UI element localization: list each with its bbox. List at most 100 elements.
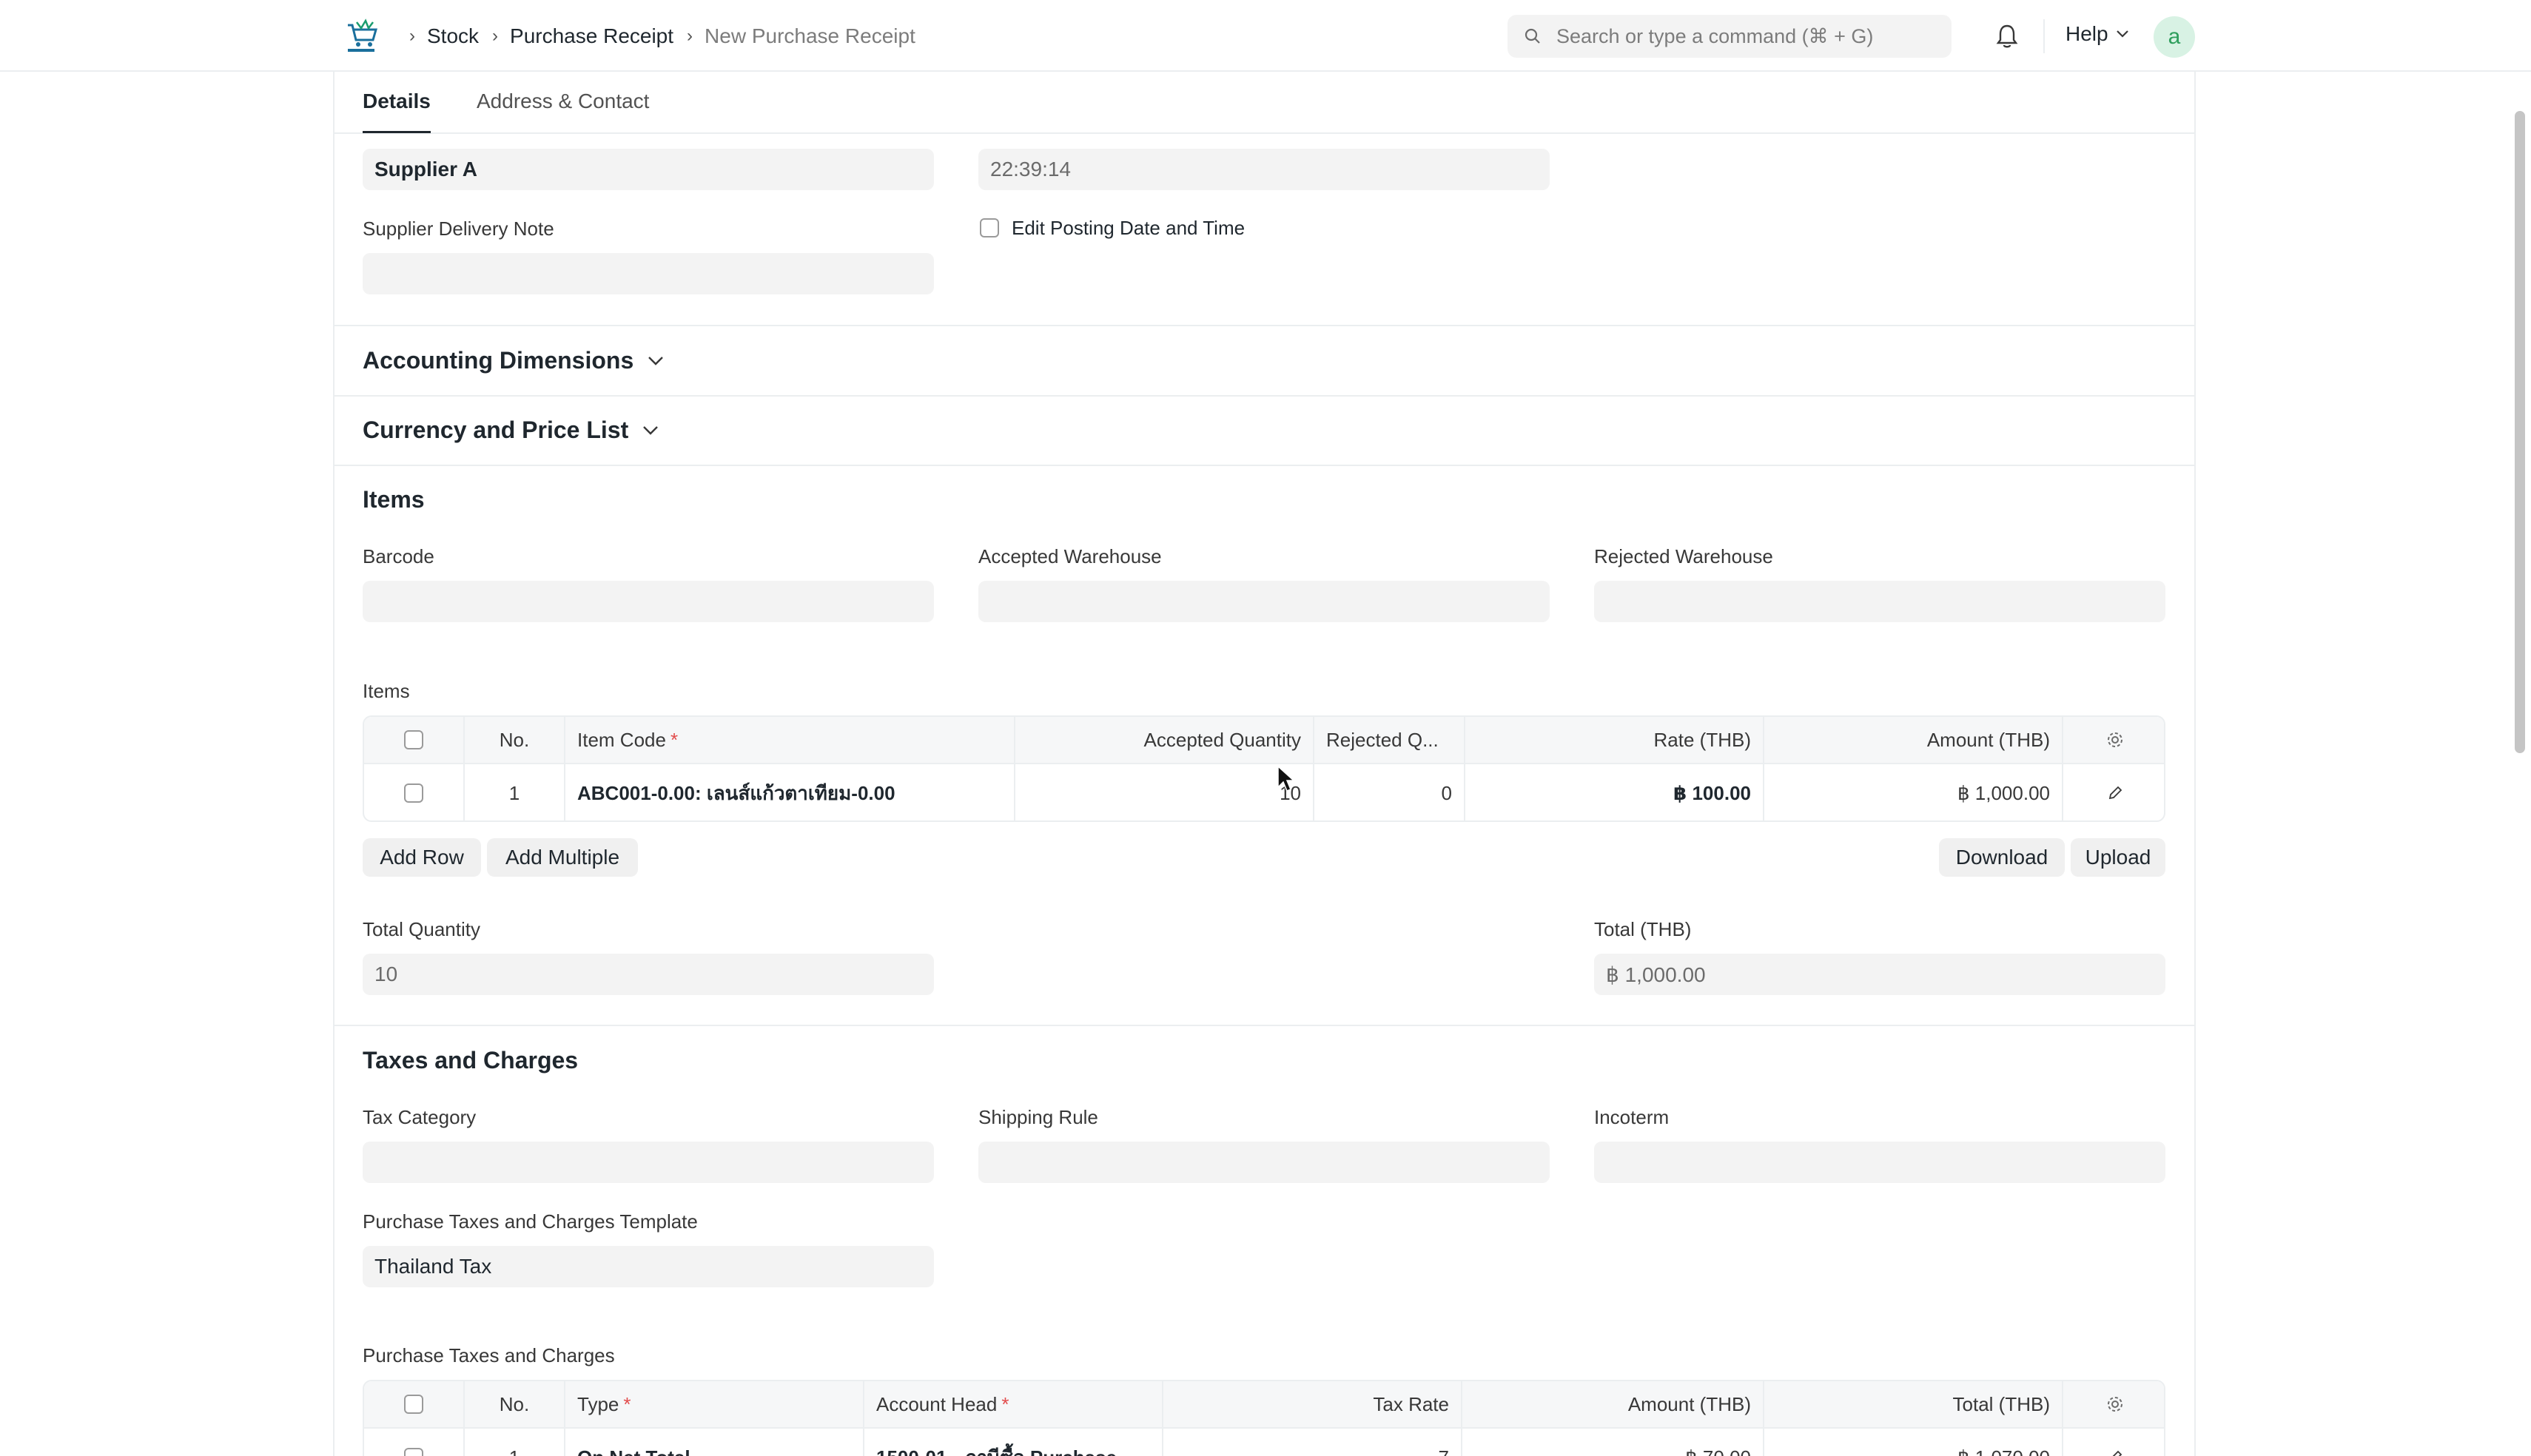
barcode-field[interactable] [363, 581, 934, 622]
edit-pencil-icon[interactable] [2107, 785, 2123, 801]
row-edit-cell [2063, 1429, 2164, 1456]
taxes-charges-title: Taxes and Charges [363, 1047, 579, 1074]
row-select-cell [364, 1429, 465, 1456]
column-header-account-head: Account Head * [864, 1381, 1163, 1427]
barcode-label: Barcode [363, 545, 434, 567]
section-divider [335, 325, 2194, 326]
taxes-table: No. Type * Account Head * Tax Rate Amount … [363, 1380, 2165, 1456]
breadcrumb-stock[interactable]: Stock [427, 24, 479, 48]
row-tax-amount: ฿ 70.00 [1462, 1429, 1764, 1456]
row-no: 1 [465, 764, 565, 820]
column-header-tax-total: Total (THB) [1764, 1381, 2063, 1427]
app-logo[interactable] [342, 18, 380, 56]
row-no: 1 [465, 1429, 565, 1456]
incoterm-field[interactable] [1594, 1142, 2165, 1183]
chevron-down-icon [2116, 30, 2128, 38]
row-checkbox[interactable] [404, 1448, 423, 1456]
column-header-rate: Rate (THB) [1465, 717, 1764, 763]
gear-icon[interactable] [2105, 1395, 2125, 1414]
rejected-warehouse-field[interactable] [1594, 581, 2165, 622]
add-multiple-button[interactable]: Add Multiple [487, 838, 638, 877]
form-card: Details Address & Contact Supplier A 22:… [333, 72, 2196, 1456]
row-rejected-quantity[interactable]: 0 [1314, 764, 1465, 820]
help-label: Help [2066, 22, 2108, 45]
currency-price-list-title: Currency and Price List [363, 417, 629, 443]
select-all-checkbox[interactable] [404, 1395, 423, 1414]
row-checkbox[interactable] [404, 783, 423, 803]
account-head-header-label: Account Head [876, 1392, 998, 1415]
total-label: Total (THB) [1594, 918, 1692, 940]
select-all-checkbox[interactable] [404, 730, 423, 749]
column-header-type: Type * [565, 1381, 864, 1427]
incoterm-label: Incoterm [1594, 1106, 1670, 1128]
avatar[interactable]: a [2154, 16, 2195, 58]
column-settings-cell [2063, 717, 2164, 763]
shipping-rule-label: Shipping Rule [978, 1106, 1098, 1128]
accounting-dimensions-header[interactable]: Accounting Dimensions [363, 347, 665, 374]
section-divider [335, 395, 2194, 397]
row-edit-cell [2063, 764, 2164, 820]
column-header-amount: Amount (THB) [1764, 717, 2063, 763]
supplier-delivery-note-label: Supplier Delivery Note [363, 218, 554, 240]
row-type[interactable]: On Net Total [565, 1429, 864, 1456]
required-asterisk: * [670, 728, 679, 751]
add-row-button[interactable]: Add Row [363, 838, 481, 877]
row-accepted-quantity[interactable]: 10 [1015, 764, 1314, 820]
total-quantity-field: 10 [363, 954, 934, 995]
column-header-accepted-quantity: Accepted Quantity [1015, 717, 1314, 763]
required-asterisk: * [623, 1392, 631, 1415]
chevron-right-icon: › [409, 26, 415, 46]
select-all-cell [364, 717, 465, 763]
required-asterisk: * [1001, 1392, 1009, 1415]
row-item-code[interactable]: ABC001-0.00: เลนส์แก้วตาเทียม-0.00 [565, 764, 1015, 820]
notification-bell-icon[interactable] [1994, 22, 2020, 50]
taxes-table-header: No. Type * Account Head * Tax Rate Amount … [364, 1381, 2164, 1429]
breadcrumb: › Stock › Purchase Receipt › New Purchas… [403, 21, 915, 52]
posting-time-field[interactable]: 22:39:14 [978, 149, 1550, 190]
tab-address-contact[interactable]: Address & Contact [477, 90, 649, 113]
help-dropdown[interactable]: Help [2066, 22, 2129, 46]
chevron-down-icon [648, 356, 664, 365]
total-quantity-value: 10 [374, 963, 398, 985]
form-tabs: Details Address & Contact [335, 72, 2194, 134]
supplier-field[interactable]: Supplier A [363, 149, 934, 190]
tab-details[interactable]: Details [363, 90, 431, 133]
table-row[interactable]: 1 ABC001-0.00: เลนส์แก้วตาเทียม-0.00 10 … [364, 764, 2164, 820]
row-tax-total: ฿ 1,070.00 [1764, 1429, 2063, 1456]
column-header-rejected-quantity: Rejected Q... [1314, 717, 1465, 763]
gear-icon[interactable] [2105, 730, 2125, 749]
column-header-no: No. [465, 1381, 565, 1427]
accepted-warehouse-field[interactable] [978, 581, 1550, 622]
posting-time-value: 22:39:14 [990, 158, 1071, 181]
column-header-no: No. [465, 717, 565, 763]
item-code-header-label: Item Code [577, 728, 666, 751]
breadcrumb-purchase-receipt[interactable]: Purchase Receipt [510, 24, 673, 48]
items-section-title: Items [363, 486, 425, 513]
search-input[interactable]: Search or type a command (⌘ + G) [1507, 15, 1952, 58]
section-divider [335, 465, 2194, 466]
tax-category-field[interactable] [363, 1142, 934, 1183]
taxes-table-label: Purchase Taxes and Charges [363, 1344, 615, 1366]
edit-pencil-icon[interactable] [2107, 1449, 2123, 1456]
table-row[interactable]: 1 On Net Total 1500-01 - ภาษีซื้อ Purcha… [364, 1429, 2164, 1456]
download-button[interactable]: Download [1939, 838, 2065, 877]
currency-price-list-header[interactable]: Currency and Price List [363, 417, 659, 444]
row-tax-rate[interactable]: 7 [1163, 1429, 1462, 1456]
row-rate[interactable]: ฿ 100.00 [1465, 764, 1764, 820]
edit-posting-label: Edit Posting Date and Time [1012, 217, 1246, 239]
upload-button[interactable]: Upload [2071, 838, 2165, 877]
supplier-value: Supplier A [374, 158, 477, 181]
total-field: ฿ 1,000.00 [1594, 954, 2165, 995]
page-scrollbar[interactable] [2515, 111, 2525, 753]
edit-posting-checkbox[interactable] [980, 218, 999, 237]
row-account-head[interactable]: 1500-01 - ภาษีซื้อ Purchase [864, 1429, 1163, 1456]
rejected-warehouse-label: Rejected Warehouse [1594, 545, 1773, 567]
items-table-label: Items [363, 680, 410, 702]
column-header-item-code: Item Code * [565, 717, 1015, 763]
breadcrumb-current: New Purchase Receipt [705, 24, 915, 47]
taxes-template-field[interactable]: Thailand Tax [363, 1246, 934, 1287]
total-quantity-label: Total Quantity [363, 918, 480, 940]
taxes-template-value: Thailand Tax [374, 1255, 492, 1278]
supplier-delivery-note-field[interactable] [363, 253, 934, 294]
shipping-rule-field[interactable] [978, 1142, 1550, 1183]
